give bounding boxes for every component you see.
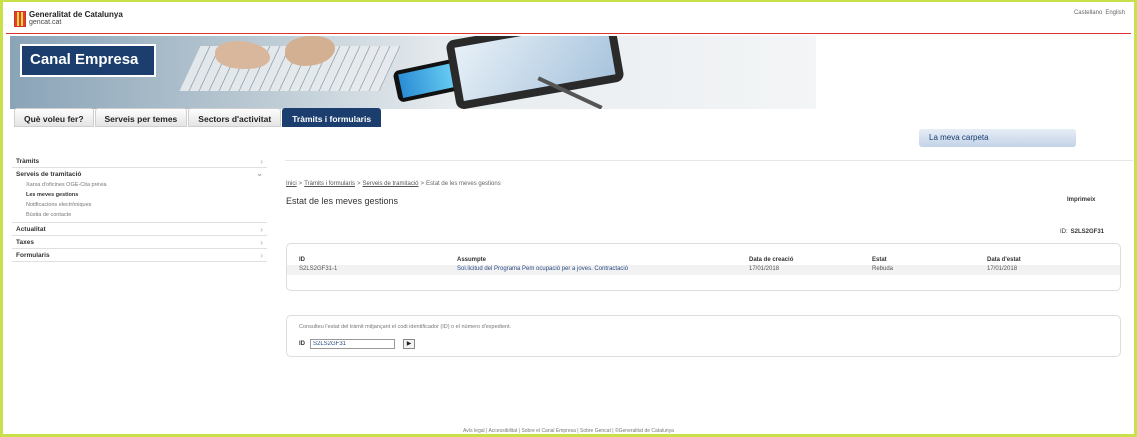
lang-link-english[interactable]: English [1105,10,1125,16]
footer-copyright: ©Generalitat de Catalunya [614,428,674,434]
chevron-right-icon: › [260,225,263,234]
query-form: Consulteu l'estat del tràmit mitjançant … [286,315,1121,357]
sidebar-item-actualitat[interactable]: Actualitat › [12,223,267,236]
tab-tramits-formularis[interactable]: Tràmits i formularis [282,108,382,127]
sidebar-item-tramits[interactable]: Tràmits › [12,155,267,168]
footer-link-canal-empresa[interactable]: Sobre el Canal Empresa [521,428,575,434]
breadcrumb: Inici > Tràmits i formularis > Serveis d… [286,181,501,187]
sidebar-subitem-meves-gestions[interactable]: Les meves gestions [12,191,267,201]
page-title: Estat de les meves gestions [286,196,399,206]
tab-serveis-per-temes[interactable]: Serveis per temes [94,108,188,127]
gencat-logo[interactable]: Generalitat de Catalunya gencat.cat [14,11,123,27]
divider [285,160,1133,161]
table-row[interactable]: S2LS2GF31-1 Sol.licitud del Programa Pem… [287,265,1120,275]
cell-data-estat: 17/01/2018 [987,266,1018,272]
chevron-right-icon: › [260,251,263,260]
query-help-text: Consulteu l'estat del tràmit mitjançant … [299,324,512,330]
sidebar-item-serveis-tramitacio[interactable]: Serveis de tramitació ⌄ [12,168,267,181]
id-display: ID: S2LS2GF31 [1060,229,1105,235]
sidebar-subitem-bustia[interactable]: Bústia de contacte [12,211,267,222]
breadcrumb-current: Estat de les meves gestions [426,181,501,187]
breadcrumb-tramits[interactable]: Tràmits i formularis [304,181,355,187]
footer-link-avis-legal[interactable]: Avís legal [463,428,485,434]
tab-que-voleu-fer[interactable]: Què voleu fer? [14,108,94,127]
sidebar-item-formularis[interactable]: Formularis › [12,249,267,262]
chevron-down-icon: ⌄ [256,169,263,178]
la-meva-carpeta-button[interactable]: La meva carpeta [919,129,1076,147]
footer: Avís legal | Accessibilitat | Sobre el C… [463,428,674,434]
sidebar-subitem-notificacions[interactable]: Notificacions electròniques [12,201,267,211]
sidebar: Tràmits › Serveis de tramitació ⌄ Xarxa … [12,155,267,262]
chevron-right-icon: › [260,157,263,166]
language-selector: Castellano English [1074,10,1125,16]
chevron-right-icon: › [260,238,263,247]
footer-link-accessibilitat[interactable]: Accessibilitat [488,428,517,434]
print-link[interactable]: Imprimeix [1067,197,1095,203]
cell-estat: Rebuda [872,266,894,272]
sidebar-item-taxes[interactable]: Taxes › [12,236,267,249]
main-nav: Què voleu fer? Serveis per temes Sectors… [14,108,382,127]
breadcrumb-serveis[interactable]: Serveis de tramitació [362,181,418,187]
id-input[interactable] [310,339,395,349]
tablet-illustration [445,36,625,109]
lang-link-castellano[interactable]: Castellano [1074,10,1102,16]
senyera-icon [14,11,26,27]
logo-line2: gencat.cat [29,19,62,26]
footer-link-gencat[interactable]: Sobre Gencat [580,428,611,434]
breadcrumb-inici[interactable]: Inici [286,181,297,187]
id-field-label: ID [299,341,305,347]
sidebar-group-serveis: Serveis de tramitació ⌄ Xarxa d'oficines… [12,168,267,223]
logo-line1: Generalitat de Catalunya [29,10,123,19]
tab-sectors-activitat[interactable]: Sectors d'activitat [188,108,282,127]
submit-arrow-button[interactable]: ▶ [403,339,415,349]
sidebar-subitem-oge[interactable]: Xarxa d'oficines OGE-Cita prèvia [12,181,267,191]
results-table: ID Assumpte Data de creació Estat Data d… [286,243,1121,291]
top-bar: Generalitat de Catalunya gencat.cat Cast… [6,4,1131,34]
cell-id: S2LS2GF31-1 [299,266,338,272]
cell-data-creacio: 17/01/2018 [749,266,780,272]
cell-assumpte[interactable]: Sol.licitud del Programa Pem ocupació pe… [457,266,628,272]
banner: Canal Empresa [10,36,816,109]
banner-title[interactable]: Canal Empresa [20,44,156,77]
